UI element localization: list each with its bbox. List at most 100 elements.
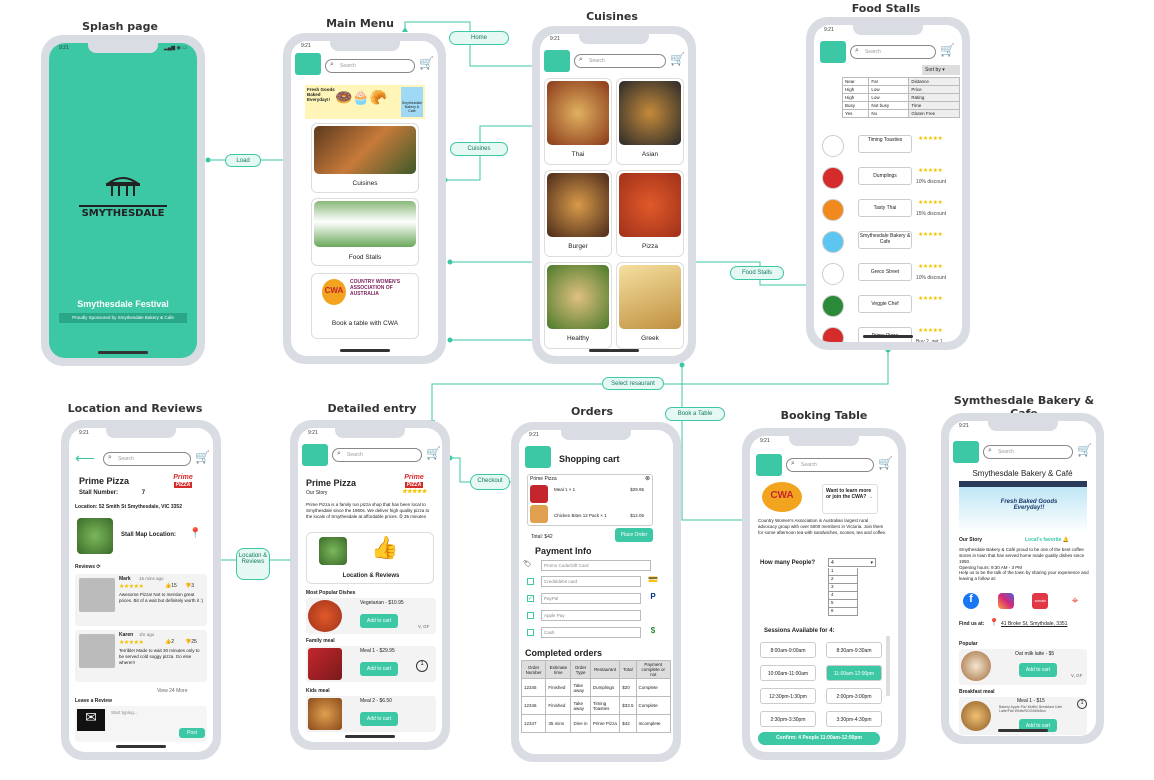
cuisine-pizza[interactable]: Pizza [616, 170, 684, 257]
session-slot[interactable]: 8:30am-9:30am [826, 642, 882, 658]
people-option[interactable]: 4 [828, 592, 858, 600]
table-header[interactable]: Payment complete or not [635, 660, 672, 679]
cart-icon[interactable]: 🛒 [1077, 443, 1092, 457]
search-input[interactable]: Search [574, 54, 666, 68]
filter-cell[interactable]: Busy [841, 101, 870, 110]
stall-button[interactable]: Timing Toasties [858, 135, 912, 153]
search-input[interactable]: Search [983, 445, 1073, 459]
payment-checkbox[interactable]: ✓ [527, 595, 534, 602]
search-input[interactable]: Search [850, 45, 936, 59]
place-order-button[interactable]: Place Order [615, 528, 653, 542]
cart-icon[interactable]: 🛒 [426, 446, 441, 460]
google-maps-icon[interactable]: ⌖ [1067, 593, 1083, 609]
add-to-cart-button[interactable]: Add to cart [360, 614, 398, 628]
search-input[interactable]: Search [325, 59, 415, 73]
payment-method-field[interactable]: Cash [541, 627, 641, 638]
like-count[interactable]: 👍15 [165, 583, 177, 589]
session-slot[interactable]: 2:30pm-3:30pm [760, 711, 816, 727]
cart-icon[interactable]: 🛒 [878, 456, 893, 470]
session-slot[interactable]: 8:00am-9:00am [760, 642, 816, 658]
address-link[interactable]: 41 Broke St, Smythdale, 3351 [1001, 621, 1067, 627]
app-logo[interactable] [820, 41, 846, 63]
filter-cell[interactable]: Low [868, 85, 910, 94]
payment-method-field[interactable]: Credit/debit card [541, 576, 641, 587]
add-to-cart-button[interactable]: Add to cart [1019, 663, 1057, 677]
payment-checkbox[interactable] [527, 578, 534, 585]
add-to-cart-button[interactable]: Add to cart [360, 712, 398, 726]
people-select[interactable]: 4 ▾ [828, 558, 876, 567]
filter-cell[interactable]: Time [908, 101, 960, 110]
filter-cell[interactable]: Yes [841, 109, 870, 118]
map-pin-icon[interactable]: 📍 [189, 528, 201, 539]
cart-icon[interactable]: 🛒 [670, 52, 685, 66]
menu-card-cwa[interactable]: CWA COUNTRY WOMEN'S ASSOCIATION OF AUSTR… [311, 273, 419, 339]
table-header[interactable]: Restaurant [589, 660, 621, 679]
zomato-icon[interactable]: zomato [1032, 593, 1049, 609]
filter-cell[interactable]: High [841, 85, 870, 94]
filter-cell[interactable]: Gluten Free [908, 109, 960, 118]
app-logo[interactable] [544, 50, 570, 72]
filter-cell[interactable]: Price [908, 85, 960, 94]
table-header[interactable]: Total [619, 660, 637, 679]
people-option[interactable]: 5 [828, 600, 858, 608]
facebook-icon[interactable]: f [963, 593, 979, 609]
table-row[interactable]: 12345 Finished Take away Dumplings $20 Comple… [520, 678, 672, 697]
people-option[interactable]: 6 [828, 608, 858, 616]
close-icon[interactable]: ⊗ [645, 475, 650, 482]
cuisine-greek[interactable]: Greek [616, 262, 684, 349]
filter-cell[interactable]: No [868, 109, 910, 118]
app-logo[interactable] [302, 444, 328, 466]
menu-card-food-stalls[interactable]: Food Stalls [311, 198, 419, 266]
filter-cell[interactable]: Far [868, 77, 910, 86]
payment-checkbox[interactable] [527, 612, 534, 619]
people-option[interactable]: 1 [828, 568, 858, 576]
stall-button[interactable]: Dumplings [858, 167, 912, 185]
promo-input[interactable]: Promo Code/Gift Card [541, 560, 651, 571]
session-slot[interactable]: 12:30pm-1:30pm [760, 688, 816, 704]
filter-cell[interactable]: Near [841, 77, 870, 86]
payment-method-field[interactable]: Apple Pay [541, 610, 641, 621]
app-logo[interactable] [756, 454, 782, 476]
stall-button[interactable]: Greco Street [858, 263, 912, 281]
instagram-icon[interactable] [997, 593, 1014, 609]
people-option[interactable]: 2 [828, 576, 858, 584]
like-count[interactable]: 👍2 [165, 639, 174, 645]
table-row[interactable]: 12347 35 mins Dine in Prime Pizza $42 Incompl… [520, 714, 672, 733]
stall-button[interactable]: Smythesdale Bakery & Cafe [858, 231, 912, 249]
cuisine-thai[interactable]: Thai [544, 78, 612, 165]
table-header[interactable]: Order Number [520, 660, 547, 679]
post-button[interactable]: Post [179, 728, 205, 738]
people-option[interactable]: 3 [828, 584, 858, 592]
cart-icon[interactable]: 🛒 [195, 450, 210, 464]
menu-card-cuisines[interactable]: Cuisines [311, 123, 419, 193]
cwa-join-card[interactable]: Want to learn more or join the CWA? → [822, 484, 878, 514]
filter-cell[interactable]: Low [868, 93, 910, 102]
filter-cell[interactable]: Rating [908, 93, 960, 102]
session-slot[interactable]: 3:30pm-4:30pm [826, 711, 882, 727]
map-thumbnail[interactable] [77, 518, 113, 554]
view-more-link[interactable]: View 24 More [157, 688, 187, 694]
bakery-banner[interactable]: Fresh Goods Baked Everyday!! 🍩🧁🥐 Smythes… [305, 85, 425, 119]
payment-method-field[interactable]: PayPal [541, 593, 641, 604]
review-input[interactable]: Start typing... [111, 710, 138, 715]
cuisine-healthy[interactable]: Healthy [544, 262, 612, 349]
dislike-count[interactable]: 👎25 [185, 639, 197, 645]
search-input[interactable]: Search [786, 458, 874, 472]
location-reviews-card[interactable]: 👍 Location & Reviews [306, 532, 434, 584]
cuisine-asian[interactable]: Asian [616, 78, 684, 165]
search-input[interactable]: Search [103, 452, 191, 466]
table-header[interactable]: Estimate time [545, 660, 572, 679]
stall-button[interactable]: Tasty Thai [858, 199, 912, 217]
search-input[interactable]: Search [332, 448, 422, 462]
scrollbar[interactable] [886, 636, 890, 696]
filter-cell[interactable]: High [841, 93, 870, 102]
filter-cell[interactable]: Distance [908, 77, 960, 86]
session-slot[interactable]: 10:00am-11:00am [760, 665, 816, 681]
session-slot[interactable]: 11:00am-12:00pm [826, 665, 882, 681]
dislike-count[interactable]: 👎3 [185, 583, 194, 589]
app-logo[interactable] [295, 53, 321, 75]
back-arrow-icon[interactable]: ⟵ [75, 450, 95, 467]
session-slot[interactable]: 2:00pm-3:00pm [826, 688, 882, 704]
cart-icon[interactable]: 🛒 [940, 43, 955, 57]
table-header[interactable]: Order Type [570, 660, 591, 679]
